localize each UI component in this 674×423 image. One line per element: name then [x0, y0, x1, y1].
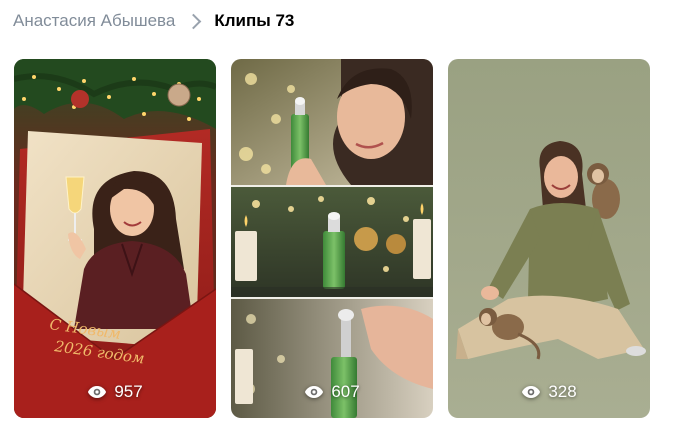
clip-thumbnail-3 [448, 59, 650, 418]
clip-thumbnail-1: С Новым 2026 годом [14, 59, 216, 418]
breadcrumb: Анастасия Абышева Клипы 73 [13, 10, 294, 32]
views-counter: 328 [448, 382, 650, 402]
eye-icon [88, 386, 107, 398]
clips-page: Анастасия Абышева Клипы 73 С Новым 2026 … [0, 0, 674, 423]
clip-card-1[interactable]: С Новым 2026 годом 957 [14, 59, 216, 418]
breadcrumb-current: Клипы 73 [214, 11, 295, 30]
eye-icon [305, 386, 324, 398]
breadcrumb-author-link[interactable]: Анастасия Абышева [13, 11, 175, 31]
views-count: 328 [548, 382, 577, 401]
views-count: 607 [331, 382, 360, 401]
eye-icon [522, 386, 541, 398]
clip-thumbnail-2 [231, 59, 433, 418]
clip-card-2[interactable]: 607 [231, 59, 433, 418]
clip-card-3[interactable]: 328 [448, 59, 650, 418]
views-counter: 957 [14, 382, 216, 402]
chevron-right-icon [186, 13, 202, 29]
views-count: 957 [114, 382, 143, 401]
views-counter: 607 [231, 382, 433, 402]
